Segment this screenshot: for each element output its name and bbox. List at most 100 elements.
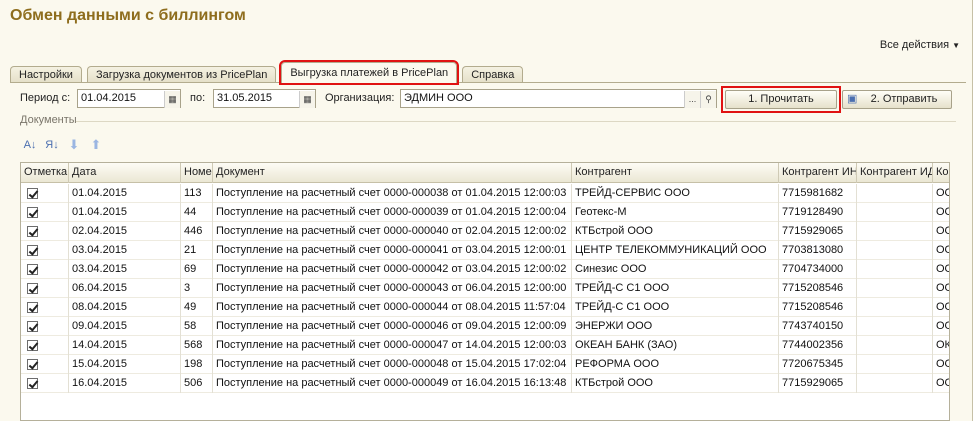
column-contractor-inn[interactable]: Контрагент ИНН [779, 163, 857, 183]
sort-ascending-icon[interactable]: A↓ [22, 137, 38, 153]
row-checkbox[interactable] [27, 264, 38, 275]
send-button[interactable]: ▣ 2. Отправить [842, 90, 952, 109]
chevron-down-icon: ▼ [952, 41, 960, 50]
row-extra-cell: ООО [933, 222, 949, 241]
table-row[interactable]: 01.04.2015 113 Поступление на расчетный сч… [21, 184, 949, 203]
row-contractor-cell: ТРЕЙД-С С1 ООО [572, 298, 779, 317]
row-contractor-cell: КТБстрой ООО [572, 222, 779, 241]
table-row[interactable]: 02.04.2015 446 Поступление на расчетный сч… [21, 222, 949, 241]
sort-descending-icon[interactable]: Я↓ [44, 137, 60, 153]
organization-label: Организация: [325, 92, 395, 104]
table-row[interactable]: 01.04.2015 44 Поступление на расчетный сче… [21, 203, 949, 222]
row-date-cell: 14.04.2015 [69, 336, 181, 355]
row-id-cell [857, 298, 933, 317]
calendar-icon[interactable]: ▦ [164, 91, 180, 108]
row-date-cell: 03.04.2015 [69, 260, 181, 279]
tab-settings[interactable]: Настройки [10, 66, 82, 83]
period-from-label: Период с: [20, 92, 71, 104]
row-inn-cell: 7715208546 [779, 298, 857, 317]
row-contractor-cell: КТБстрой ООО [572, 374, 779, 393]
row-mark-cell [21, 203, 69, 222]
table-row[interactable]: 06.04.2015 3 Поступление на расчетный счет… [21, 279, 949, 298]
row-mark-cell [21, 184, 69, 203]
row-extra-cell: ООО [933, 317, 949, 336]
table-row[interactable]: 09.04.2015 58 Поступление на расчетный сче… [21, 317, 949, 336]
calendar-icon[interactable]: ▦ [299, 91, 315, 108]
row-contractor-cell: ТРЕЙД-СЕРВИС ООО [572, 184, 779, 203]
row-checkbox[interactable] [27, 359, 38, 370]
arrow-up-icon[interactable]: ⬆ [88, 137, 104, 153]
period-to-label: по: [190, 92, 206, 104]
row-checkbox[interactable] [27, 226, 38, 237]
ellipsis-button[interactable]: ... [684, 91, 700, 108]
row-id-cell [857, 374, 933, 393]
row-number-cell: 69 [181, 260, 213, 279]
tab-export-payments[interactable]: Выгрузка платежей в PricePlan [279, 60, 460, 85]
row-checkbox[interactable] [27, 302, 38, 313]
row-contractor-cell: ТРЕЙД-С С1 ООО [572, 279, 779, 298]
row-checkbox[interactable] [27, 283, 38, 294]
column-contractor-extra[interactable]: Контрагент [933, 163, 949, 183]
row-mark-cell [21, 298, 69, 317]
row-extra-cell: ООО [933, 203, 949, 222]
row-id-cell [857, 336, 933, 355]
table-row[interactable]: 16.04.2015 506 Поступление на расчетный сч… [21, 374, 949, 393]
column-contractor[interactable]: Контрагент [572, 163, 779, 183]
tab-load-documents[interactable]: Загрузка документов из PricePlan [86, 66, 277, 83]
row-contractor-cell: ОКЕАН БАНК (ЗАО) [572, 336, 779, 355]
row-number-cell: 198 [181, 355, 213, 374]
row-mark-cell [21, 279, 69, 298]
row-inn-cell: 7743740150 [779, 317, 857, 336]
table-row[interactable]: 15.04.2015 198 Поступление на расчетный сч… [21, 355, 949, 374]
row-number-cell: 568 [181, 336, 213, 355]
table-row[interactable]: 14.04.2015 568 Поступление на расчетный сч… [21, 336, 949, 355]
row-inn-cell: 7715929065 [779, 374, 857, 393]
row-checkbox[interactable] [27, 207, 38, 218]
table-row[interactable]: 03.04.2015 21 Поступление на расчетный сче… [21, 241, 949, 260]
column-date[interactable]: Дата [69, 163, 181, 183]
row-number-cell: 3 [181, 279, 213, 298]
tab-help[interactable]: Справка [462, 66, 524, 83]
row-date-cell: 01.04.2015 [69, 184, 181, 203]
all-actions-menu[interactable]: Все действия ▼ [880, 39, 960, 51]
documents-table[interactable]: Отметка Дата Номер Документ Контрагент К… [20, 162, 950, 421]
column-mark[interactable]: Отметка [21, 163, 69, 183]
date-from-field[interactable]: 01.04.2015 ▦ [77, 89, 181, 108]
row-document-cell: Поступление на расчетный счет 0000-00003… [213, 184, 572, 203]
row-number-cell: 44 [181, 203, 213, 222]
row-contractor-cell: РЕФОРМА ООО [572, 355, 779, 374]
row-checkbox[interactable] [27, 340, 38, 351]
row-id-cell [857, 184, 933, 203]
row-document-cell: Поступление на расчетный счет 0000-00004… [213, 241, 572, 260]
row-mark-cell [21, 317, 69, 336]
read-button[interactable]: 1. Прочитать [725, 90, 837, 109]
table-header: Отметка Дата Номер Документ Контрагент К… [21, 163, 949, 183]
column-contractor-id[interactable]: Контрагент ИД [857, 163, 933, 183]
search-icon[interactable]: ⚲ [700, 91, 716, 108]
row-checkbox[interactable] [27, 321, 38, 332]
table-row[interactable]: 08.04.2015 49 Поступление на расчетный сче… [21, 298, 949, 317]
row-document-cell: Поступление на расчетный счет 0000-00004… [213, 355, 572, 374]
table-row[interactable]: 03.04.2015 69 Поступление на расчетный сче… [21, 260, 949, 279]
row-date-cell: 09.04.2015 [69, 317, 181, 336]
row-extra-cell: ОКЕ [933, 336, 949, 355]
send-button-label: 2. Отправить [870, 93, 938, 105]
row-inn-cell: 7720675345 [779, 355, 857, 374]
row-checkbox[interactable] [27, 188, 38, 199]
organization-field[interactable]: ЭДМИН ООО ... ⚲ [400, 89, 717, 108]
row-checkbox[interactable] [27, 378, 38, 389]
row-contractor-cell: Синезис ООО [572, 260, 779, 279]
row-inn-cell: 7715929065 [779, 222, 857, 241]
row-number-cell: 113 [181, 184, 213, 203]
row-checkbox[interactable] [27, 245, 38, 256]
arrow-down-icon[interactable]: ⬇ [66, 137, 82, 153]
row-date-cell: 06.04.2015 [69, 279, 181, 298]
row-contractor-cell: ЦЕНТР ТЕЛЕКОММУНИКАЦИЙ ООО [572, 241, 779, 260]
column-number[interactable]: Номер [181, 163, 213, 183]
row-date-cell: 02.04.2015 [69, 222, 181, 241]
column-document[interactable]: Документ [213, 163, 572, 183]
row-number-cell: 446 [181, 222, 213, 241]
row-id-cell [857, 355, 933, 374]
scrollbar[interactable] [972, 0, 976, 421]
date-to-field[interactable]: 31.05.2015 ▦ [213, 89, 316, 108]
